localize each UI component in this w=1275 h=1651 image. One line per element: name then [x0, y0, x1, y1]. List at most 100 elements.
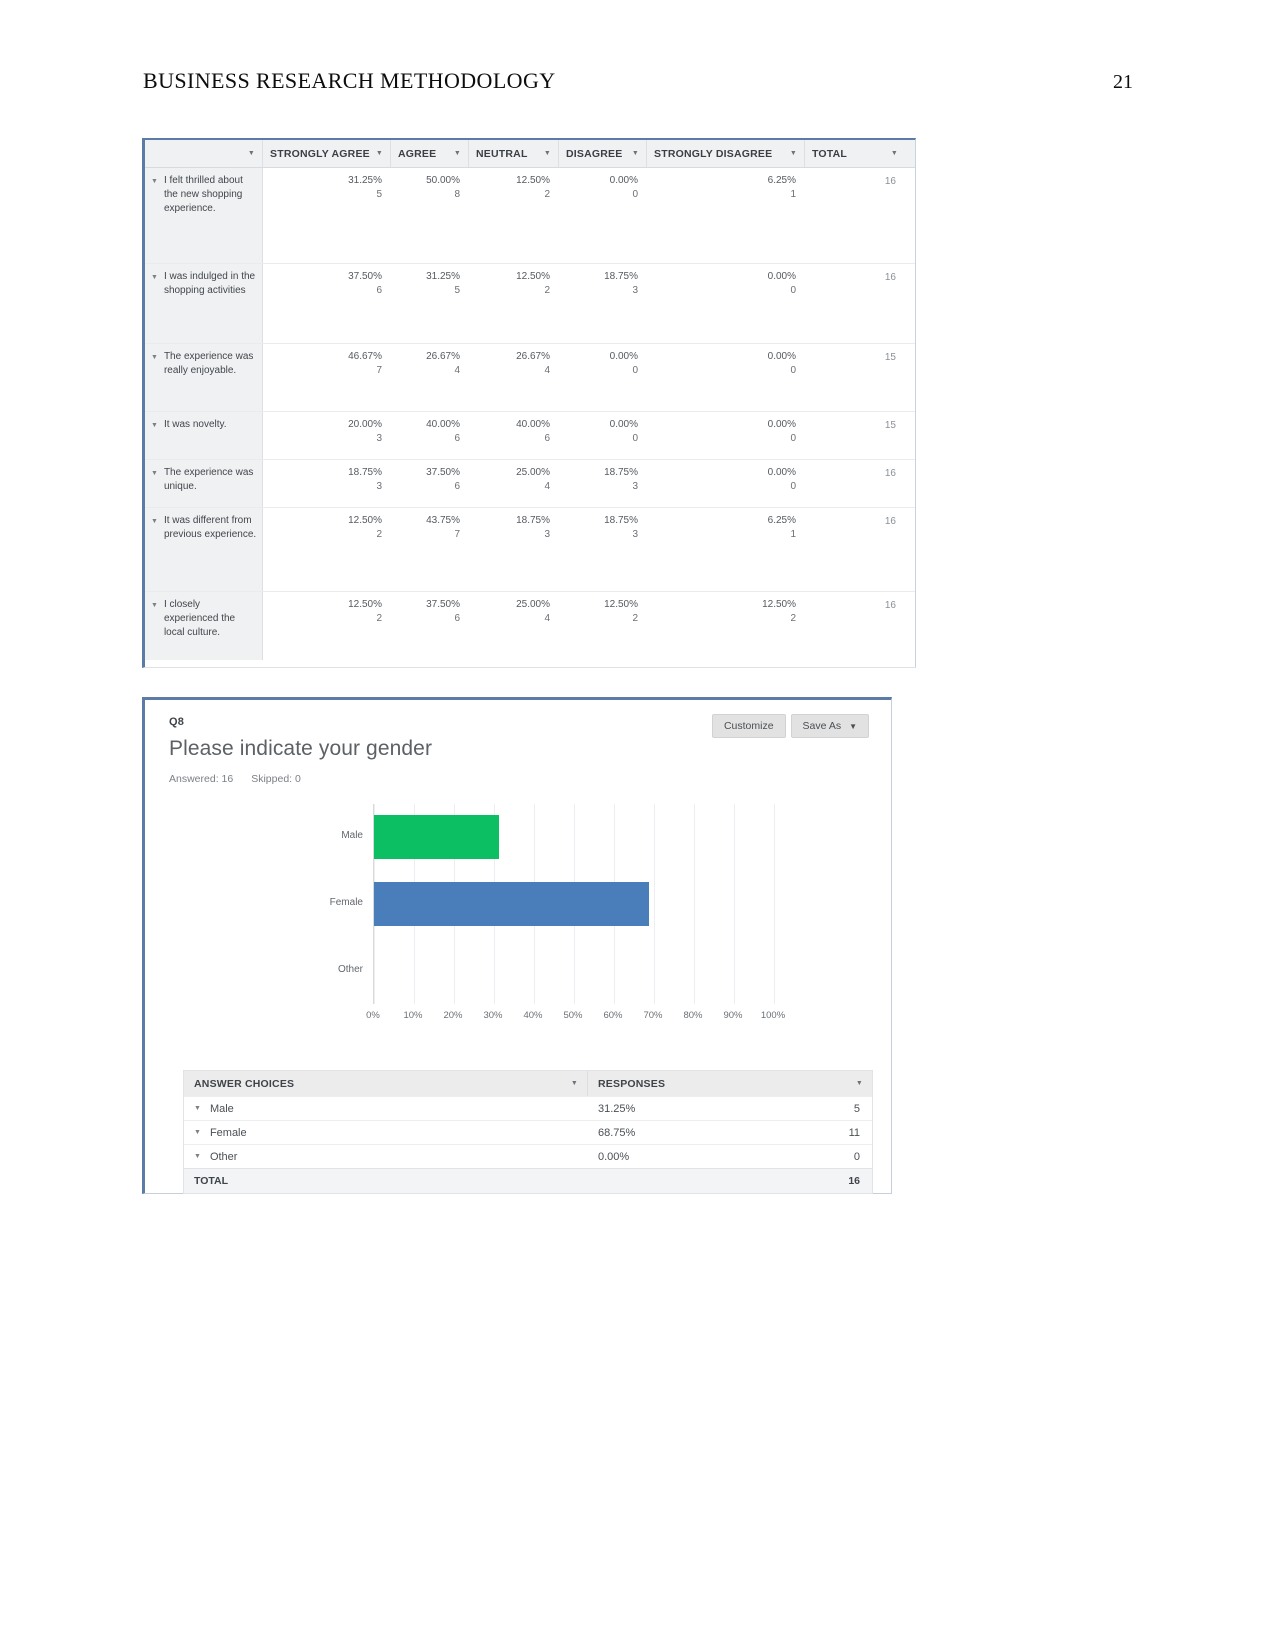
cell-percent: 40.00% [516, 419, 550, 430]
chevron-down-icon[interactable]: ▼ [151, 353, 158, 363]
answer-choices-header: ANSWER CHOICES ▼ RESPONSES ▼ [184, 1071, 872, 1096]
q8-action-buttons: Customize Save As ▼ [711, 714, 869, 738]
answer-choices-col[interactable]: ANSWER CHOICES ▼ [184, 1071, 588, 1096]
cell-percent: 18.75% [604, 515, 638, 526]
chevron-down-icon[interactable]: ▼ [151, 601, 158, 611]
matrix-col-strongly-agree[interactable]: STRONGLY AGREE ▼ [263, 140, 391, 167]
chart-category-label: Female [329, 897, 363, 908]
chevron-down-icon[interactable]: ▼ [151, 469, 158, 479]
matrix-col-total[interactable]: TOTAL ▼ [805, 140, 905, 167]
table-row: ▼ Other 0.00% 0 [184, 1144, 872, 1168]
matrix-cell-agree: 40.00% 6 [391, 412, 469, 459]
matrix-cell-total: 15 [884, 352, 896, 363]
matrix-col-disagree[interactable]: DISAGREE ▼ [559, 140, 647, 167]
matrix-col-agree[interactable]: AGREE ▼ [391, 140, 469, 167]
chevron-down-icon[interactable]: ▼ [544, 150, 551, 157]
chart-gridline [694, 804, 695, 1004]
matrix-cell-total: 15 [884, 420, 896, 431]
matrix-cell-disagree: 0.00% 0 [559, 168, 647, 263]
matrix-results-table: ▼ STRONGLY AGREE ▼ AGREE ▼ NEUTRAL ▼ DIS… [142, 138, 916, 668]
cell-count: 0 [790, 432, 796, 444]
chart-bar-male[interactable] [374, 815, 499, 860]
matrix-cell-total: 16 [884, 600, 896, 611]
matrix-col-neutral-label: NEUTRAL [476, 147, 528, 160]
cell-percent: 25.00% [516, 599, 550, 610]
cell-percent: 12.50% [348, 515, 382, 526]
matrix-table-body: ▼ I felt thrilled about the new shopping … [145, 168, 915, 660]
matrix-table-header: ▼ STRONGLY AGREE ▼ AGREE ▼ NEUTRAL ▼ DIS… [145, 140, 915, 168]
chevron-down-icon[interactable]: ▼ [571, 1080, 578, 1087]
chevron-down-icon[interactable]: ▼ [856, 1080, 863, 1087]
chart-x-tick-label: 30% [483, 1010, 503, 1021]
matrix-col-strongly-disagree[interactable]: STRONGLY DISAGREE ▼ [647, 140, 805, 167]
cell-count: 2 [544, 284, 550, 296]
chart-x-axis: 0% 10% 20% 30% 40% 50% 60% 70% 80% 90% 100% [366, 1004, 785, 1028]
matrix-col-question[interactable]: ▼ [145, 140, 263, 167]
cell-percent: 37.50% [426, 467, 460, 478]
responses-col[interactable]: RESPONSES ▼ [588, 1071, 872, 1096]
cell-count: 2 [376, 612, 382, 624]
matrix-row-question[interactable]: ▼ I closely experienced the local culture… [145, 592, 263, 660]
chevron-down-icon[interactable]: ▼ [248, 150, 255, 157]
matrix-row-question[interactable]: ▼ The experience was really enjoyable. [145, 344, 263, 411]
table-row: ▼ Female 68.75% 11 [184, 1120, 872, 1144]
q8-result-card: Q8 Please indicate your gender Answered:… [142, 697, 892, 1194]
answer-choice-label: Female [209, 1126, 247, 1139]
chevron-down-icon[interactable]: ▼ [194, 1129, 201, 1136]
chevron-down-icon[interactable]: ▼ [151, 177, 158, 187]
chevron-down-icon[interactable]: ▼ [849, 722, 857, 731]
customize-button[interactable]: Customize [711, 714, 786, 738]
matrix-row-question[interactable]: ▼ The experience was unique. [145, 460, 263, 507]
matrix-col-strongly-agree-label: STRONGLY AGREE [270, 147, 370, 160]
cell-count: 6 [454, 480, 460, 492]
answer-choice-cell[interactable]: ▼ Other [184, 1151, 588, 1163]
chart-category-label: Other [337, 963, 363, 975]
cell-count: 4 [544, 480, 550, 492]
answer-choice-cell[interactable]: ▼ Female [184, 1127, 588, 1139]
matrix-cell-disagree: 12.50% 2 [559, 592, 647, 660]
chevron-down-icon[interactable]: ▼ [194, 1105, 201, 1112]
matrix-row-question[interactable]: ▼ It was different from previous experien… [145, 508, 263, 591]
matrix-row-question-label: The experience was really enjoyable. [163, 351, 254, 377]
chevron-down-icon[interactable]: ▼ [632, 150, 639, 157]
response-percent-cell: 0.00% [598, 1150, 630, 1163]
matrix-col-neutral[interactable]: NEUTRAL ▼ [469, 140, 559, 167]
matrix-row-question[interactable]: ▼ It was novelty. [145, 412, 263, 459]
cell-count: 4 [544, 364, 550, 376]
cell-count: 3 [632, 284, 638, 296]
chevron-down-icon[interactable]: ▼ [194, 1153, 201, 1160]
cell-percent: 0.00% [767, 467, 796, 478]
response-percent-cell: 31.25% [598, 1102, 636, 1115]
matrix-cell-strongly-agree: 12.50% 2 [263, 508, 391, 591]
matrix-cell-strongly-agree: 20.00% 3 [263, 412, 391, 459]
chart-plot-area [373, 804, 775, 1004]
matrix-cell-neutral: 25.00% 4 [469, 460, 559, 507]
matrix-cell-total: 16 [884, 176, 896, 187]
save-as-button[interactable]: Save As ▼ [790, 714, 869, 738]
chevron-down-icon[interactable]: ▼ [151, 273, 158, 283]
chart-x-tick-label: 70% [643, 1010, 663, 1021]
chevron-down-icon[interactable]: ▼ [151, 421, 158, 431]
chart-y-axis-labels: Male Female Other [309, 804, 369, 1004]
total-count: 16 [848, 1175, 860, 1187]
cell-percent: 20.00% [348, 419, 382, 430]
gender-bar-chart: Male Female Other 0% 10% 20% 30% 40% 50% 60% 70% 8… [169, 804, 869, 1034]
chevron-down-icon[interactable]: ▼ [891, 150, 898, 157]
matrix-cell-strongly-agree: 18.75% 3 [263, 460, 391, 507]
cell-percent: 31.25% [426, 271, 460, 282]
matrix-cell-strongly-disagree: 0.00% 0 [647, 264, 805, 343]
matrix-row-question[interactable]: ▼ I felt thrilled about the new shopping … [145, 168, 263, 263]
matrix-cell-strongly-agree: 12.50% 2 [263, 592, 391, 660]
cell-count: 2 [790, 612, 796, 624]
chevron-down-icon[interactable]: ▼ [376, 150, 383, 157]
answer-choice-cell[interactable]: ▼ Male [184, 1103, 588, 1115]
cell-percent: 0.00% [767, 419, 796, 430]
chevron-down-icon[interactable]: ▼ [454, 150, 461, 157]
chevron-down-icon[interactable]: ▼ [790, 150, 797, 157]
chart-bar-female[interactable] [374, 882, 649, 926]
matrix-cell-agree: 43.75% 7 [391, 508, 469, 591]
chart-x-tick-label: 20% [443, 1010, 463, 1021]
table-row: ▼ I closely experienced the local culture… [145, 592, 915, 660]
chevron-down-icon[interactable]: ▼ [151, 517, 158, 527]
matrix-row-question[interactable]: ▼ I was indulged in the shopping activiti… [145, 264, 263, 343]
